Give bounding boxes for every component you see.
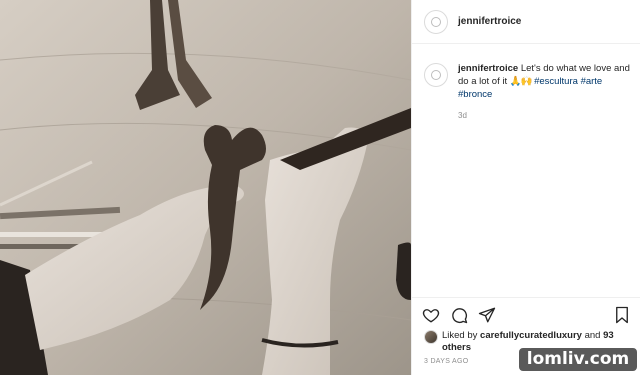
caption-text-block: jennifertroice Let's do what we love and… xyxy=(458,62,634,101)
post-header: jennifertroice xyxy=(412,0,640,44)
action-bar xyxy=(412,297,640,331)
hashtag-arte[interactable]: #arte xyxy=(581,76,603,87)
caption-emoji: 🙏🙌 xyxy=(509,76,533,87)
bookmark-icon[interactable] xyxy=(613,306,631,324)
post-photo[interactable] xyxy=(0,0,411,375)
caption-avatar[interactable] xyxy=(424,63,448,87)
avatar-logo-icon xyxy=(431,16,441,27)
likes-conjunction: and xyxy=(584,330,601,341)
author-username[interactable]: jennifertroice xyxy=(458,16,521,27)
hashtag-bronce[interactable]: #bronce xyxy=(458,89,492,100)
liker-avatar[interactable] xyxy=(424,330,438,344)
comment-icon[interactable] xyxy=(450,306,468,324)
sculpture-photo-illustration xyxy=(0,0,411,375)
heart-icon[interactable] xyxy=(422,306,440,324)
caption-body: jennifertroice Let's do what we love and… xyxy=(458,62,634,122)
avatar-logo-icon xyxy=(431,70,441,80)
caption-username[interactable]: jennifertroice xyxy=(458,63,518,74)
author-avatar[interactable] xyxy=(424,9,448,34)
liker-username[interactable]: carefullycuratedluxury xyxy=(480,330,582,341)
hashtag-escultura[interactable]: #escultura xyxy=(534,76,578,87)
caption: jennifertroice Let's do what we love and… xyxy=(424,62,634,122)
site-watermark: lomliv.com xyxy=(519,348,637,371)
share-icon[interactable] xyxy=(478,306,496,324)
likes-prefix: Liked by xyxy=(442,330,478,341)
post-date[interactable]: 3 DAYS AGO xyxy=(424,358,469,365)
caption-age[interactable]: 3d xyxy=(458,109,634,122)
post-side-panel: jennifertroice jennifertroice Let's do w… xyxy=(411,0,640,375)
instagram-post: jennifertroice jennifertroice Let's do w… xyxy=(0,0,640,375)
